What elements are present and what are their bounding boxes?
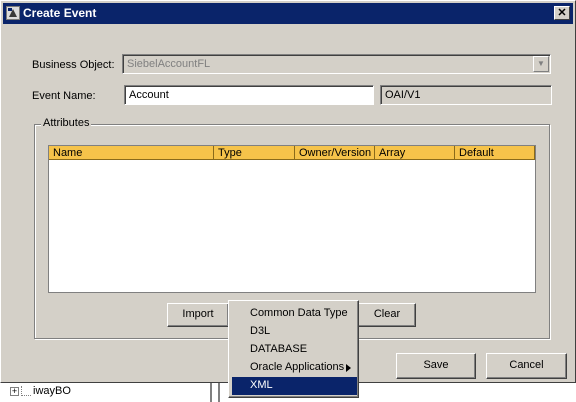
clear-button[interactable]: Clear bbox=[358, 303, 416, 327]
event-name-value: Account bbox=[129, 89, 169, 101]
menu-item-label: XML bbox=[250, 379, 273, 391]
column-header-name[interactable]: Name bbox=[49, 146, 214, 160]
event-name-input[interactable]: Account bbox=[124, 85, 374, 105]
menu-item-oracle-applications[interactable]: Oracle Applications bbox=[232, 359, 357, 377]
column-header-default[interactable]: Default bbox=[455, 146, 535, 160]
chevron-down-icon[interactable]: ▼ bbox=[533, 56, 549, 72]
tree-item-label: iwayBO bbox=[33, 385, 71, 397]
expand-icon[interactable]: + bbox=[10, 386, 19, 396]
app-icon bbox=[6, 6, 20, 20]
menu-item-label: DATABASE bbox=[250, 343, 308, 355]
column-header-owner-version[interactable]: Owner/Version bbox=[295, 146, 375, 160]
menu-item-database[interactable]: DATABASE bbox=[232, 341, 357, 359]
cancel-button[interactable]: Cancel bbox=[486, 353, 567, 379]
submenu-arrow-icon bbox=[346, 363, 351, 375]
tree-item[interactable]: + iwayBO bbox=[10, 385, 71, 397]
panel-divider bbox=[218, 383, 220, 402]
version-field: OAI/V1 bbox=[380, 85, 552, 105]
window-title: Create Event bbox=[23, 6, 97, 20]
column-header-array[interactable]: Array bbox=[375, 146, 455, 160]
business-object-label: Business Object: bbox=[32, 59, 115, 71]
business-object-select[interactable]: SiebelAccountFL ▼ bbox=[122, 54, 551, 74]
menu-item-common-data-type[interactable]: Common Data Type bbox=[232, 305, 357, 323]
table-header: Name Type Owner/Version Array Default bbox=[49, 146, 535, 160]
menu-item-d3l[interactable]: D3L bbox=[232, 323, 357, 341]
import-dropdown-menu: Common Data Type D3L DATABASE Oracle App… bbox=[228, 300, 359, 398]
version-value: OAI/V1 bbox=[385, 89, 421, 101]
title-bar[interactable]: Create Event ✕ bbox=[3, 3, 573, 24]
import-button[interactable]: Import bbox=[167, 303, 229, 327]
tree-branch-icon bbox=[21, 386, 31, 397]
menu-item-label: Common Data Type bbox=[250, 307, 348, 319]
menu-item-label: Oracle Applications bbox=[250, 361, 345, 373]
menu-item-label: D3L bbox=[250, 325, 271, 337]
attributes-group-label: Attributes bbox=[41, 117, 92, 129]
menu-item-xml[interactable]: XML bbox=[232, 377, 357, 395]
close-button[interactable]: ✕ bbox=[554, 6, 570, 20]
save-button[interactable]: Save bbox=[396, 353, 476, 379]
column-header-type[interactable]: Type bbox=[214, 146, 295, 160]
panel-divider bbox=[210, 383, 212, 402]
event-name-label: Event Name: bbox=[32, 90, 96, 102]
attributes-table[interactable]: Name Type Owner/Version Array Default bbox=[48, 145, 536, 293]
business-object-value: SiebelAccountFL bbox=[127, 58, 211, 70]
